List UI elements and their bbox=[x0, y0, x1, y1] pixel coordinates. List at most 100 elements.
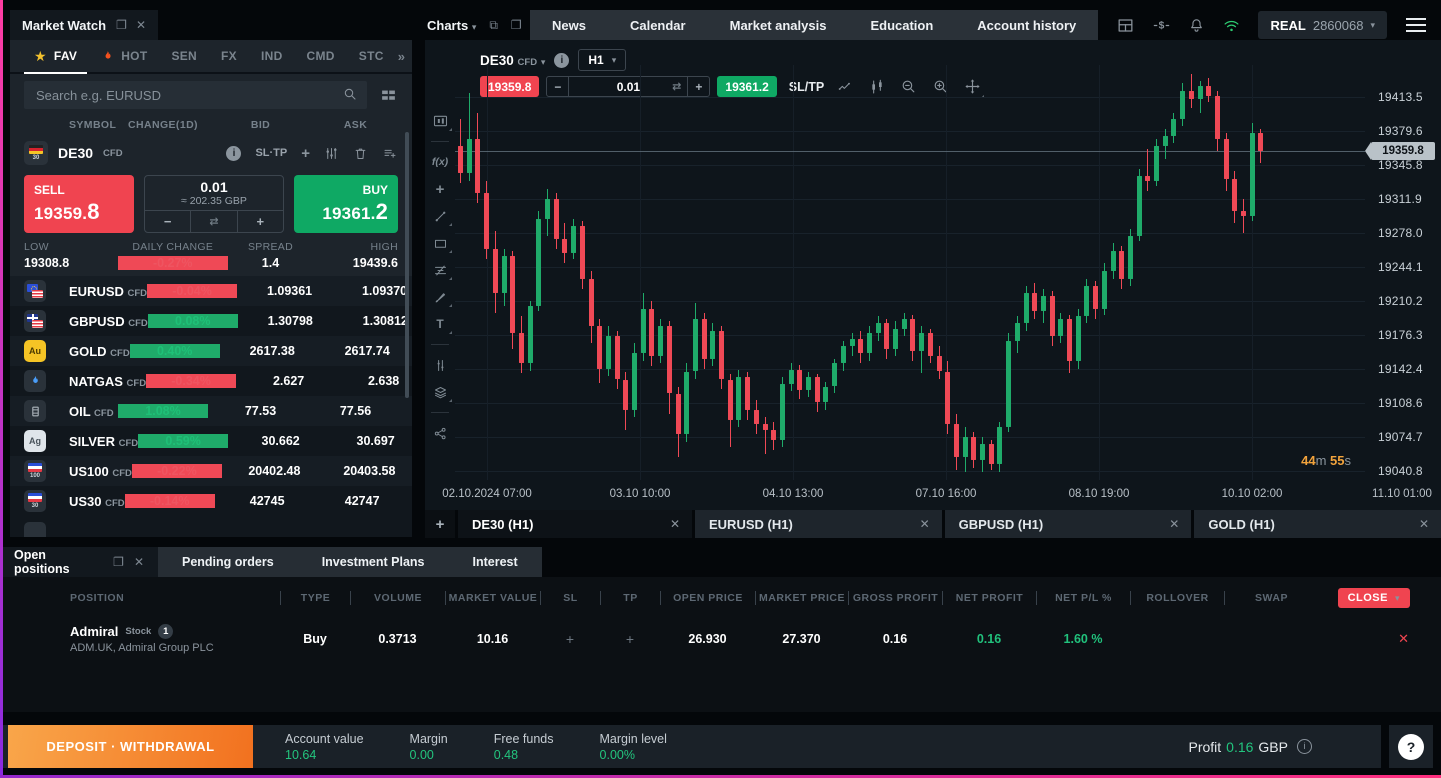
add-chart-tab-button[interactable]: + bbox=[425, 510, 455, 538]
symbol-change: 0.08% bbox=[148, 314, 238, 328]
watchlist-tab-stc[interactable]: STC bbox=[349, 40, 394, 72]
candle bbox=[458, 146, 463, 173]
watchlist-tab-hot[interactable]: HOT bbox=[91, 40, 157, 72]
candle bbox=[823, 387, 828, 402]
watchlist-tab-ind[interactable]: IND bbox=[251, 40, 293, 72]
watchlist-row-natgas[interactable]: NATGAS CFD-0.34%2.6272.638 bbox=[10, 366, 412, 396]
indicators-icon[interactable]: f(x) bbox=[431, 153, 449, 171]
h-gridline bbox=[455, 97, 1365, 98]
search-icon[interactable] bbox=[342, 86, 358, 102]
tab-interest[interactable]: Interest bbox=[449, 547, 542, 577]
watchlist-row-oil[interactable]: OIL CFD1.08%77.5377.56 bbox=[10, 396, 412, 426]
watchlist-row-gold[interactable]: AuGOLD CFD0.40%2617.382617.74 bbox=[10, 336, 412, 366]
close-icon[interactable]: ✕ bbox=[660, 517, 680, 531]
candle bbox=[745, 377, 750, 410]
compare-icon[interactable] bbox=[431, 356, 449, 374]
bell-icon[interactable] bbox=[1188, 17, 1205, 34]
share-icon[interactable] bbox=[431, 424, 449, 442]
fibonacci-tool-icon[interactable] bbox=[431, 261, 449, 279]
chart-tab-gbpusd-h1-[interactable]: GBPUSD (H1)✕ bbox=[945, 510, 1192, 538]
sltp-button[interactable]: SL·TP bbox=[255, 147, 287, 159]
close-icon[interactable]: ✕ bbox=[134, 555, 144, 569]
watchlist-row-silver[interactable]: AgSILVER CFD0.59%30.66230.697 bbox=[10, 426, 412, 456]
nav-tab-calendar[interactable]: Calendar bbox=[608, 10, 708, 40]
nav-tab-education[interactable]: Education bbox=[848, 10, 955, 40]
silver-icon: Ag bbox=[24, 430, 46, 452]
close-icon[interactable]: ✕ bbox=[910, 517, 930, 531]
search-input[interactable] bbox=[24, 81, 367, 109]
watchlist-tab-sen[interactable]: SEN bbox=[161, 40, 207, 72]
position-row[interactable]: AdmiralStock1ADM.UK, Admiral Group PLCBu… bbox=[0, 615, 1441, 663]
tab-investment-plans[interactable]: Investment Plans bbox=[298, 547, 449, 577]
chart-tab-gold-h1-[interactable]: GOLD (H1) ✕ bbox=[1194, 510, 1441, 538]
trash-icon[interactable] bbox=[353, 146, 368, 161]
crosshair-icon[interactable]: + bbox=[431, 180, 449, 198]
info-icon[interactable]: i bbox=[226, 146, 241, 161]
sell-button[interactable]: SELL 19359.8 bbox=[24, 175, 134, 233]
candlestick-plot[interactable]: 44m 55s bbox=[455, 65, 1365, 480]
candle bbox=[884, 323, 889, 349]
watchlist-row-eurusd[interactable]: EURUSD CFD-0.04%1.093611.09370 bbox=[10, 276, 412, 306]
menu-icon[interactable] bbox=[1404, 14, 1428, 36]
watchlist-row-us30[interactable]: 30US30 CFD-0.14%4274542747 bbox=[10, 486, 412, 516]
watchlist-tab-cmd[interactable]: CMD bbox=[297, 40, 345, 72]
layers-icon[interactable] bbox=[431, 383, 449, 401]
sliders-icon[interactable] bbox=[324, 146, 339, 161]
close-position-icon[interactable]: ✕ bbox=[1398, 631, 1409, 646]
stat-label: SPREAD bbox=[228, 241, 313, 253]
restore-icon[interactable]: ❐ bbox=[113, 555, 124, 569]
time-axis[interactable]: 02.10.2024 07:0003.10 10:0004.10 13:0007… bbox=[455, 480, 1441, 510]
buy-button[interactable]: BUY 19361.2 bbox=[294, 175, 398, 233]
position-tp[interactable]: + bbox=[600, 631, 660, 647]
layout-icon[interactable] bbox=[1116, 16, 1135, 35]
restore-icon[interactable]: ❐ bbox=[511, 18, 522, 32]
symbol-name: EURUSD CFD bbox=[62, 284, 147, 299]
tab-open-positions[interactable]: Open positions ❐ ✕ bbox=[0, 547, 158, 577]
candle bbox=[771, 430, 776, 440]
profit-info-icon[interactable]: i bbox=[1297, 739, 1312, 754]
close-icon[interactable]: ✕ bbox=[1409, 517, 1429, 531]
wifi-icon[interactable] bbox=[1222, 16, 1241, 35]
position-sl[interactable]: + bbox=[540, 631, 600, 647]
watchlist-row-us100[interactable]: 100US100 CFD-0.22%20402.4820403.58 bbox=[10, 456, 412, 486]
tab-pending-orders[interactable]: Pending orders bbox=[158, 547, 298, 577]
market-watch-panel-tab[interactable]: Market Watch ❐ ✕ bbox=[10, 10, 158, 40]
transfer-funds-icon[interactable]: $ bbox=[1152, 16, 1171, 35]
watchlist-scrollbar[interactable] bbox=[405, 132, 409, 398]
close-icon[interactable]: ✕ bbox=[1159, 517, 1179, 531]
brush-tool-icon[interactable] bbox=[431, 288, 449, 306]
account-selector[interactable]: REAL 2860068 ▾ bbox=[1258, 11, 1387, 39]
charts-title[interactable]: Charts ▾ bbox=[427, 18, 476, 33]
shape-tool-icon[interactable] bbox=[431, 234, 449, 252]
playlist-add-icon[interactable] bbox=[382, 146, 398, 161]
text-tool-icon[interactable]: T bbox=[431, 315, 449, 333]
volume-increase-button[interactable]: + bbox=[237, 211, 283, 232]
help-button[interactable]: ? bbox=[1398, 734, 1424, 760]
symbol-bid: 77.53 bbox=[208, 404, 313, 418]
volume-value[interactable]: 0.01 bbox=[145, 176, 283, 195]
chart-tab-label: GOLD (H1) bbox=[1208, 517, 1274, 532]
price-axis[interactable]: 19413.519379.619345.819311.919278.019244… bbox=[1365, 65, 1441, 480]
volume-decrease-button[interactable]: − bbox=[145, 211, 190, 232]
add-order-icon[interactable]: + bbox=[301, 145, 310, 162]
more-tabs-icon[interactable]: » bbox=[398, 49, 405, 64]
volume-mode-toggle[interactable]: ⇄ bbox=[190, 211, 236, 232]
grid-view-icon[interactable] bbox=[379, 87, 398, 104]
watchlist-tab-fav[interactable]: ★FAV bbox=[24, 40, 87, 72]
close-position-button[interactable]: CLOSE▾ bbox=[1338, 588, 1410, 608]
nav-tab-market-analysis[interactable]: Market analysis bbox=[708, 10, 849, 40]
deposit-withdrawal-button[interactable]: DEPOSIT · WITHDRAWAL bbox=[8, 725, 253, 768]
selected-instrument-row[interactable]: 30 DE30 CFD i SL·TP + bbox=[10, 137, 412, 169]
chart-tab-eurusd-h1-[interactable]: EURUSD (H1)✕ bbox=[695, 510, 942, 538]
close-icon[interactable]: ✕ bbox=[136, 18, 146, 32]
nav-tab-account-history[interactable]: Account history bbox=[955, 10, 1098, 40]
chart-display-icon[interactable] bbox=[431, 112, 449, 130]
watchlist-tab-fx[interactable]: FX bbox=[211, 40, 247, 72]
watchlist-row-gbpusd[interactable]: GBPUSD CFD0.08%1.307981.30812 bbox=[10, 306, 412, 336]
restore-icon[interactable]: ❐ bbox=[116, 18, 127, 32]
chart-tab-de30-h1-[interactable]: DE30 (H1)✕ bbox=[458, 510, 692, 538]
trend-line-tool-icon[interactable] bbox=[431, 207, 449, 225]
popout-icon[interactable]: ⧉ bbox=[489, 18, 498, 33]
positions-tab-strip: Pending ordersInvestment PlansInterest bbox=[158, 547, 542, 577]
nav-tab-news[interactable]: News bbox=[530, 10, 608, 40]
